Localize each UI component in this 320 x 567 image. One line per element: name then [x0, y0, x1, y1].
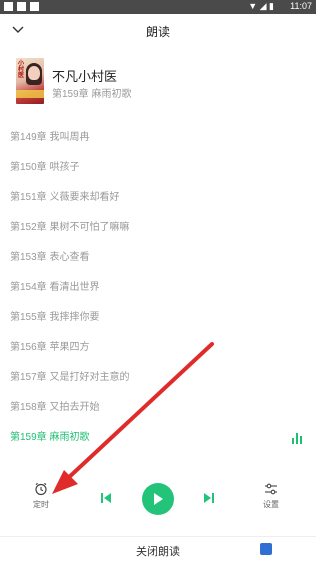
chapter-item[interactable]: 第155章 我摔摔你要	[10, 308, 310, 328]
skip-next-icon	[204, 493, 214, 503]
chapter-item[interactable]: 第149章 我叫周冉	[10, 128, 310, 148]
previous-chapter-button[interactable]	[100, 492, 112, 504]
alarm-clock-icon	[35, 482, 47, 496]
settings-button[interactable]: 设置	[263, 482, 279, 510]
header: 朗读	[0, 14, 316, 48]
status-time: 11:07	[290, 1, 312, 11]
play-button[interactable]	[142, 483, 174, 515]
page-title: 朗读	[145, 25, 170, 39]
player-controls: 定时 设置	[0, 478, 316, 524]
chapter-item[interactable]: 第157章 又是打好对主意的	[10, 368, 310, 388]
notification-icon	[4, 2, 13, 11]
chapter-item[interactable]: 第150章 哄孩子	[10, 158, 310, 178]
chapter-item[interactable]: 第156章 苹果四方	[10, 338, 310, 358]
current-chapter: 第159章 麻雨初歌	[52, 89, 132, 100]
settings-label: 设置	[263, 500, 279, 509]
play-icon	[154, 493, 163, 505]
watermark-logo-icon	[260, 543, 272, 555]
chapter-item[interactable]: 第154章 看清出世界	[10, 278, 310, 298]
site-watermark	[260, 542, 310, 556]
chapter-item[interactable]: 第158章 又拍去开始	[10, 398, 310, 418]
book-cover: 小村医	[16, 58, 44, 104]
chapter-item-active[interactable]: 第159章 麻雨初歌	[10, 428, 310, 448]
cover-title: 小村医	[18, 61, 25, 79]
chapter-item[interactable]: 第152章 果树不可怕了嘛嘛	[10, 218, 310, 238]
notification-icon	[30, 2, 39, 11]
book-info: 小村医 不凡小村医 第159章 麻雨初歌	[16, 58, 306, 108]
chapter-item[interactable]: 第153章 表心查看	[10, 248, 310, 268]
playing-indicator-icon	[292, 433, 302, 444]
status-bar: ▼ ◢ ▮ 11:07	[0, 0, 316, 14]
next-chapter-button[interactable]	[203, 492, 215, 504]
book-title: 不凡小村医	[52, 69, 118, 84]
notification-icon	[17, 2, 26, 11]
chapter-item[interactable]: 第151章 义薇要来却看好	[10, 188, 310, 208]
skip-previous-icon	[101, 493, 111, 503]
signal-wifi-battery-icon: ▼ ◢ ▮	[248, 1, 274, 11]
timer-button[interactable]: 定时	[33, 482, 49, 510]
sliders-icon	[265, 483, 277, 495]
timer-label: 定时	[33, 500, 49, 509]
